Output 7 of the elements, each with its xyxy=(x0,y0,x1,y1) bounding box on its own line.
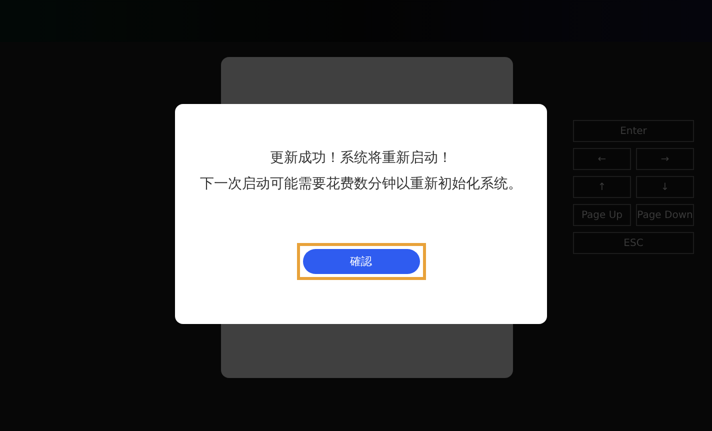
confirm-button[interactable]: 確認 xyxy=(302,249,420,274)
dialog-message: 下一次启动可能需要花费数分钟以重新初始化系统。 xyxy=(200,175,522,194)
shortcut-key[interactable]: ← xyxy=(573,148,631,170)
shortcut-key[interactable]: → xyxy=(636,148,694,170)
shortcut-key[interactable]: ↓ xyxy=(636,176,694,198)
dialog-message: 更新成功！系统将重新启动！ xyxy=(270,149,452,168)
shortcut-key[interactable]: ↑ xyxy=(573,176,631,198)
